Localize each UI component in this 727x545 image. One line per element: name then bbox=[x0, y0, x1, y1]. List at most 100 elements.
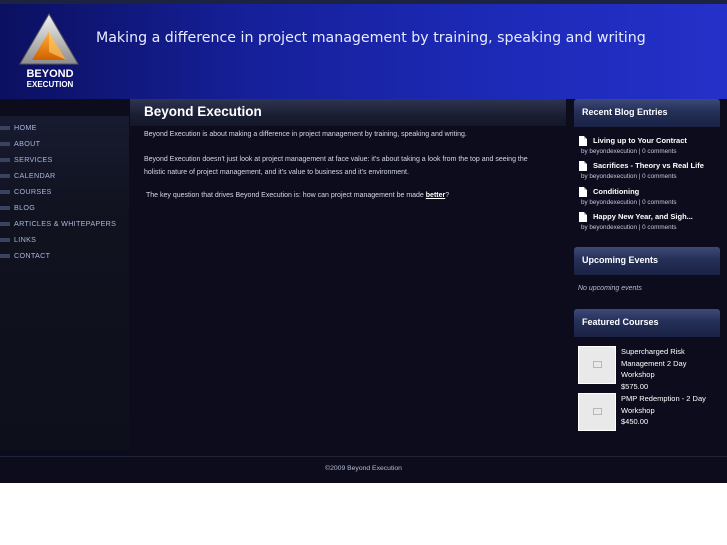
blog-comments-link[interactable]: 0 comments bbox=[642, 148, 676, 155]
nav-item-label: ARTICLES & WHITEPAPERS bbox=[14, 219, 117, 228]
logo[interactable]: BEYOND EXECUTION bbox=[12, 10, 88, 92]
nav-item-courses[interactable]: COURSES bbox=[0, 184, 129, 200]
blog-entry-title-text: Sacrifices - Theory vs Real Life bbox=[593, 161, 704, 170]
logo-triangle-icon: BEYOND EXECUTION bbox=[19, 13, 79, 89]
nav-bullet-icon bbox=[0, 206, 10, 210]
blog-comments-link[interactable]: 0 comments bbox=[642, 173, 676, 180]
question-text: The key question that drives Beyond Exec… bbox=[146, 192, 426, 199]
nav-item-label: HOME bbox=[14, 123, 37, 132]
nav-item-label: BLOG bbox=[14, 203, 36, 212]
blog-entry-title[interactable]: Happy New Year, and Sigh... bbox=[578, 211, 720, 223]
left-navigation: HOME ABOUT SERVICES CALENDAR COURSES BLO… bbox=[0, 116, 129, 450]
description-paragraph: Beyond Execution doesn't just look at pr… bbox=[144, 156, 528, 176]
nav-item-about[interactable]: ABOUT bbox=[0, 136, 129, 152]
nav-item-label: CONTACT bbox=[14, 251, 51, 260]
nav-item-blog[interactable]: BLOG bbox=[0, 200, 129, 216]
blog-entry-title-text: Happy New Year, and Sigh... bbox=[593, 212, 693, 221]
course-name[interactable]: PMP Redemption - 2 Day Workshop bbox=[621, 393, 719, 416]
question-paragraph: The key question that drives Beyond Exec… bbox=[146, 190, 546, 203]
nav-bullet-icon bbox=[0, 126, 10, 130]
document-icon bbox=[579, 161, 587, 171]
meta-separator: | bbox=[638, 173, 641, 180]
blog-entry-meta: by beyondexecution | 0 comments bbox=[578, 147, 720, 157]
course-price: $575.00 bbox=[621, 381, 649, 391]
no-events-text: No upcoming events bbox=[578, 285, 642, 292]
blog-entry: Conditioning by beyondexecution | 0 comm… bbox=[578, 186, 720, 208]
page-title: Beyond Execution bbox=[144, 104, 262, 119]
events-section-header: Upcoming Events bbox=[574, 247, 720, 275]
document-icon bbox=[579, 212, 587, 222]
by-label: by bbox=[581, 224, 588, 231]
nav-bullet-icon bbox=[0, 238, 10, 242]
course-item[interactable]: Supercharged Risk Management 2 Day Works… bbox=[578, 346, 720, 391]
nav-bullet-icon bbox=[0, 222, 10, 226]
nav-bullet-icon bbox=[0, 158, 10, 162]
image-placeholder-icon bbox=[593, 361, 602, 368]
nav-bullet-icon bbox=[0, 190, 10, 194]
blog-comments-link[interactable]: 0 comments bbox=[642, 224, 676, 231]
better-link[interactable]: better bbox=[426, 192, 445, 199]
course-price: $450.00 bbox=[621, 417, 649, 426]
meta-separator: | bbox=[638, 148, 641, 155]
blog-entry-meta: by beyondexecution | 0 comments bbox=[578, 223, 720, 233]
blog-entry: Living up to Your Contract by beyondexec… bbox=[578, 135, 720, 157]
nav-item-home[interactable]: HOME bbox=[0, 120, 129, 136]
nav-item-links[interactable]: LINKS bbox=[0, 232, 129, 248]
document-icon bbox=[579, 187, 587, 197]
course-info: PMP Redemption - 2 Day Workshop $450.00 bbox=[621, 393, 719, 428]
blog-heading: Recent Blog Entries bbox=[582, 107, 668, 117]
page: BEYOND EXECUTION Making a difference in … bbox=[0, 0, 727, 483]
main-content: Beyond Execution is about making a diffe… bbox=[130, 126, 566, 456]
main-title-bar: Beyond Execution bbox=[130, 99, 566, 126]
courses-heading: Featured Courses bbox=[582, 317, 659, 327]
blog-entry-title[interactable]: Living up to Your Contract bbox=[578, 135, 720, 147]
blog-entry-title-text: Living up to Your Contract bbox=[593, 136, 687, 145]
blog-entry-meta: by beyondexecution | 0 comments bbox=[578, 198, 720, 208]
courses-section-header: Featured Courses bbox=[574, 309, 720, 337]
meta-separator: | bbox=[638, 199, 641, 206]
course-info: Supercharged Risk Management 2 Day Works… bbox=[621, 346, 719, 392]
copyright-text: ©2009 Beyond Execution bbox=[325, 465, 402, 472]
nav-item-label: LINKS bbox=[14, 235, 37, 244]
blog-entry-title[interactable]: Conditioning bbox=[578, 186, 720, 198]
nav-bullet-icon bbox=[0, 142, 10, 146]
nav-item-calendar[interactable]: CALENDAR bbox=[0, 168, 129, 184]
blog-author[interactable]: beyondexecution bbox=[589, 148, 637, 155]
events-heading: Upcoming Events bbox=[582, 255, 659, 265]
document-icon bbox=[579, 136, 587, 146]
blog-entry: Sacrifices - Theory vs Real Life by beyo… bbox=[578, 160, 720, 182]
by-label: by bbox=[581, 199, 588, 206]
logo-text-execution: EXECUTION bbox=[27, 80, 74, 89]
logo-text-beyond: BEYOND bbox=[26, 68, 73, 80]
nav-item-services[interactable]: SERVICES bbox=[0, 152, 129, 168]
by-label: by bbox=[581, 173, 588, 180]
nav-item-label: ABOUT bbox=[14, 139, 41, 148]
blog-entry-title-text: Conditioning bbox=[593, 187, 640, 196]
image-placeholder-icon bbox=[593, 408, 602, 415]
nav-item-label: CALENDAR bbox=[14, 171, 56, 180]
nav-item-label: SERVICES bbox=[14, 155, 53, 164]
by-label: by bbox=[581, 148, 588, 155]
meta-separator: | bbox=[638, 224, 641, 231]
blog-comments-link[interactable]: 0 comments bbox=[642, 199, 676, 206]
nav-item-contact[interactable]: CONTACT bbox=[0, 248, 129, 264]
nav-item-label: COURSES bbox=[14, 187, 52, 196]
blog-entry-title[interactable]: Sacrifices - Theory vs Real Life bbox=[578, 160, 720, 172]
blog-entry: Happy New Year, and Sigh... by beyondexe… bbox=[578, 211, 720, 233]
blog-section-header: Recent Blog Entries bbox=[574, 99, 720, 127]
course-item[interactable]: PMP Redemption - 2 Day Workshop $450.00 bbox=[578, 393, 720, 433]
course-thumbnail[interactable] bbox=[578, 393, 616, 431]
course-name[interactable]: Supercharged Risk Management 2 Day Works… bbox=[621, 346, 719, 381]
blog-author[interactable]: beyondexecution bbox=[589, 199, 637, 206]
blog-author[interactable]: beyondexecution bbox=[589, 173, 637, 180]
nav-item-articles[interactable]: ARTICLES & WHITEPAPERS bbox=[0, 216, 129, 232]
nav-bullet-icon bbox=[0, 174, 10, 178]
intro-paragraph: Beyond Execution is about making a diffe… bbox=[144, 131, 467, 138]
site-footer: ©2009 Beyond Execution bbox=[0, 456, 727, 483]
blog-entry-meta: by beyondexecution | 0 comments bbox=[578, 172, 720, 182]
site-header: BEYOND EXECUTION Making a difference in … bbox=[0, 4, 727, 99]
nav-bullet-icon bbox=[0, 254, 10, 258]
blog-author[interactable]: beyondexecution bbox=[589, 224, 637, 231]
course-thumbnail[interactable] bbox=[578, 346, 616, 384]
site-tagline: Making a difference in project managemen… bbox=[96, 30, 646, 46]
